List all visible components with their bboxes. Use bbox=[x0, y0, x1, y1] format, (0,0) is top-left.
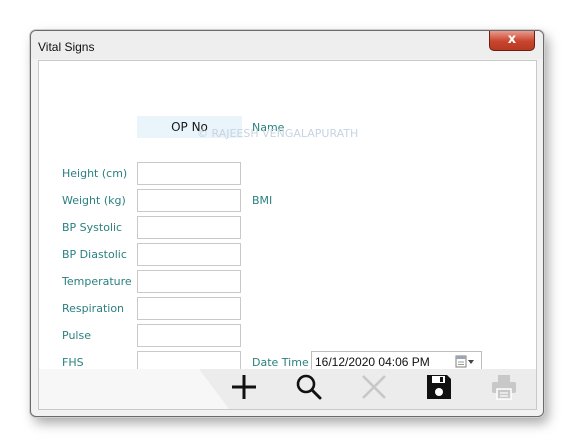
weight-label: Weight (kg) bbox=[62, 194, 126, 207]
bp-diastolic-input[interactable] bbox=[137, 243, 241, 266]
date-time-label: Date Time bbox=[252, 356, 309, 369]
bp-diastolic-label: BP Diastolic bbox=[62, 248, 127, 261]
height-input[interactable] bbox=[137, 162, 241, 185]
add-icon[interactable] bbox=[230, 373, 258, 401]
height-label: Height (cm) bbox=[62, 167, 128, 180]
bp-systolic-label: BP Systolic bbox=[62, 221, 123, 234]
window-title: Vital Signs bbox=[38, 40, 95, 54]
weight-input[interactable] bbox=[137, 189, 241, 212]
bmi-label: BMI bbox=[252, 194, 273, 207]
date-time-value: 16/12/2020 04:06 PM bbox=[315, 355, 430, 369]
search-icon[interactable] bbox=[295, 373, 323, 401]
close-button[interactable]: x bbox=[489, 31, 535, 51]
save-icon[interactable] bbox=[425, 373, 453, 401]
form-panel: OP No Name © RAJEESH VENGALAPURATH Heigh… bbox=[38, 60, 537, 410]
vital-signs-window: Vital Signs x OP No Name © RAJEESH VENGA… bbox=[30, 30, 544, 417]
watermark-text: © RAJEESH VENGALAPURATH bbox=[197, 127, 359, 140]
pulse-input[interactable] bbox=[137, 324, 241, 347]
toolbar-tab bbox=[39, 369, 229, 409]
clear-icon bbox=[362, 375, 386, 399]
calendar-dropdown-icon[interactable] bbox=[455, 355, 475, 369]
print-icon bbox=[492, 375, 516, 400]
toolbar-band bbox=[39, 369, 536, 409]
bp-systolic-input[interactable] bbox=[137, 216, 241, 239]
pulse-label: Pulse bbox=[62, 329, 91, 342]
temperature-label: Temperature bbox=[62, 275, 132, 288]
fhs-label: FHS bbox=[62, 356, 84, 369]
respiration-input[interactable] bbox=[137, 297, 241, 320]
title-bar: Vital Signs x bbox=[31, 31, 543, 59]
temperature-input[interactable] bbox=[137, 270, 241, 293]
respiration-label: Respiration bbox=[62, 302, 125, 315]
